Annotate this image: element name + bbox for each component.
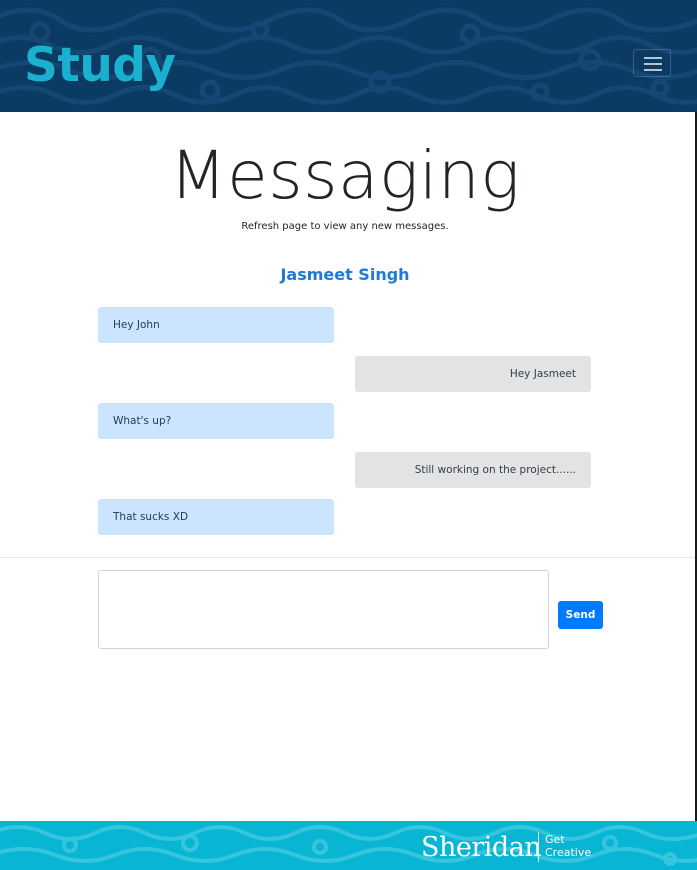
- send-button[interactable]: Send: [558, 601, 603, 629]
- message-received: Hey John: [98, 307, 334, 343]
- navbar-toggle-button[interactable]: [633, 49, 671, 77]
- page-subtitle: Refresh page to view any new messages.: [241, 221, 449, 232]
- message-sent: Hey Jasmeet: [355, 356, 591, 392]
- logo-tagline-line-1: Get: [545, 833, 565, 846]
- message-input[interactable]: [98, 570, 549, 649]
- logo-wordmark: Sheridan: [421, 832, 542, 863]
- logo-tagline-line-2: Creative: [545, 846, 592, 859]
- site-header: Study: [0, 0, 697, 112]
- hamburger-menu-icon-line: [644, 69, 662, 71]
- message-received: That sucks XD: [98, 499, 334, 535]
- page-title: Messaging: [169, 137, 521, 214]
- conversation-contact-name: Jasmeet Singh: [280, 265, 410, 284]
- logo-tagline: Get Creative: [545, 833, 591, 859]
- compose-divider: [0, 557, 695, 558]
- message-sent: Still working on the project......: [355, 452, 591, 488]
- footer-pattern: [0, 825, 697, 866]
- brand-logo-text[interactable]: Study: [24, 36, 176, 96]
- message-received: What's up?: [98, 403, 334, 439]
- hamburger-menu-icon-line: [644, 63, 662, 65]
- logo-divider: [538, 832, 539, 862]
- hamburger-menu-icon: [644, 57, 662, 59]
- site-footer: Sheridan Get Creative: [0, 821, 697, 870]
